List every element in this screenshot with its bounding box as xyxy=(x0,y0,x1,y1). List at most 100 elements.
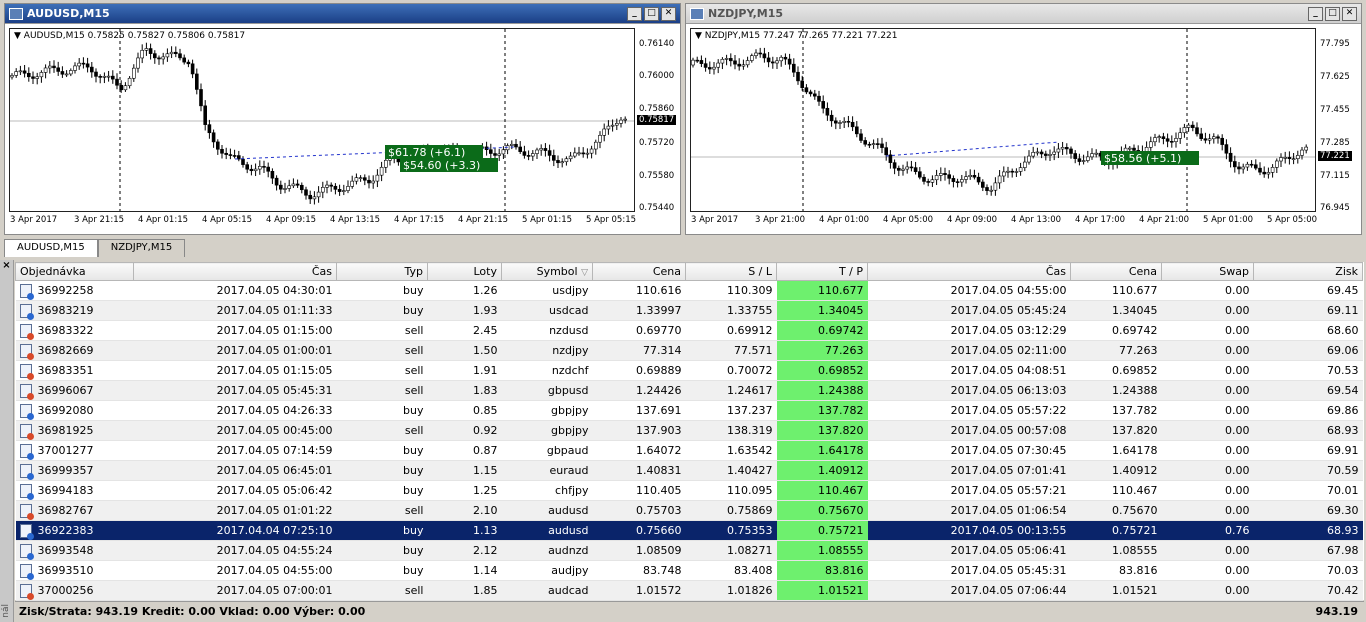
minimize-icon[interactable]: _ xyxy=(627,6,642,21)
column-header[interactable]: S / L xyxy=(685,262,777,281)
column-header[interactable]: Swap xyxy=(1161,262,1254,281)
cell-swap: 0.00 xyxy=(1161,420,1254,441)
cell-symbol: audusd xyxy=(501,520,593,541)
cell-type: buy xyxy=(336,300,428,321)
candle-body xyxy=(169,51,174,55)
candle-body xyxy=(943,173,947,175)
candle-body xyxy=(228,154,233,156)
cell-value: buy xyxy=(403,284,424,297)
candle-body xyxy=(220,148,224,154)
candle-body xyxy=(1018,167,1023,172)
cell-open-time: 2017.04.05 01:11:33 xyxy=(133,300,337,321)
minimize-icon[interactable]: _ xyxy=(1308,6,1323,21)
cell-close-price: 1.01521 xyxy=(1070,580,1162,601)
cell-value: 0.00 xyxy=(1225,484,1250,497)
candle-body xyxy=(1077,158,1082,162)
candle-body xyxy=(245,164,249,170)
cell-value: 36983351 xyxy=(37,363,94,377)
chart-window-audusd[interactable]: AUDUSD,M15 _ □ ✕ $61.78 (+6.1) $54.60 (+3… xyxy=(4,3,681,235)
candle-body xyxy=(1249,163,1254,166)
close-icon[interactable]: × xyxy=(0,260,13,271)
table-row[interactable]: 36996067 2017.04.05 05:45:31 sell 1.83 gbpus… xyxy=(15,380,1363,401)
candle-body xyxy=(102,75,107,78)
table-row[interactable]: 36994183 2017.04.05 05:06:42 buy 1.25 chfjpy… xyxy=(15,480,1363,501)
cell-symbol: audusd xyxy=(501,500,593,521)
table-row[interactable]: 36992258 2017.04.05 04:30:01 buy 1.26 usdjpy… xyxy=(15,280,1363,301)
cell-value: 2017.04.05 00:57:08 xyxy=(950,424,1067,437)
cell-open-time: 2017.04.05 05:45:31 xyxy=(133,380,337,401)
table-row[interactable]: 36981925 2017.04.05 00:45:00 sell 0.92 gbpjp… xyxy=(15,420,1363,441)
candle-body xyxy=(224,152,228,155)
tab-nzdjpy[interactable]: NZDJPY,M15 xyxy=(97,239,186,257)
title-bar[interactable]: AUDUSD,M15 _ □ ✕ xyxy=(5,4,680,24)
maximize-icon[interactable]: □ xyxy=(644,6,659,21)
table-row[interactable]: 36922383 2017.04.04 07:25:10 buy 1.13 audusd… xyxy=(15,520,1363,541)
cell-close-time: 2017.04.05 01:06:54 xyxy=(867,500,1071,521)
candle-body xyxy=(1279,157,1283,162)
cell-open-time: 2017.04.05 01:15:05 xyxy=(133,360,337,381)
column-header[interactable]: T / P xyxy=(776,262,868,281)
chart-window-nzdjpy[interactable]: NZDJPY,M15 _ □ ✕ $58.56 (+5.1) ▼ NZDJPY,… xyxy=(685,3,1362,235)
table-row[interactable]: 37001277 2017.04.05 07:14:59 buy 0.87 gbpaud… xyxy=(15,440,1363,461)
column-header[interactable]: Loty xyxy=(427,262,502,281)
table-row[interactable]: 36992080 2017.04.05 04:26:33 buy 0.85 gbpjpy… xyxy=(15,400,1363,421)
cell-lots: 0.87 xyxy=(427,440,502,461)
table-row[interactable]: 36983351 2017.04.05 01:15:05 sell 1.91 nzdch… xyxy=(15,360,1363,381)
candle-body xyxy=(939,173,943,176)
price-chart[interactable]: $58.56 (+5.1) ▼ NZDJPY,M15 77.247 77.265… xyxy=(690,28,1316,212)
cell-value: 1.64072 xyxy=(636,444,682,457)
cell-value: 2017.04.05 01:00:01 xyxy=(216,344,333,357)
price-chart[interactable]: $61.78 (+6.1) $54.60 (+3.3) ▼ AUDUSD,M15 … xyxy=(9,28,635,212)
order-icon xyxy=(19,423,34,440)
column-header[interactable]: Cena xyxy=(592,262,686,281)
candle-body xyxy=(253,168,258,172)
candle-body xyxy=(350,180,355,187)
table-row[interactable]: 36983322 2017.04.05 01:15:00 sell 2.45 nzdus… xyxy=(15,320,1363,341)
table-row[interactable]: 36999357 2017.04.05 06:45:01 buy 1.15 euraud… xyxy=(15,460,1363,481)
table-row[interactable]: 36983219 2017.04.05 01:11:33 buy 1.93 usdcad… xyxy=(15,300,1363,321)
column-header[interactable]: Symbol ▽ xyxy=(501,262,593,281)
candle-body xyxy=(1266,172,1271,175)
candle-body xyxy=(174,51,178,55)
cell-value: 1.13 xyxy=(473,524,498,537)
candle-body xyxy=(926,181,930,183)
candle-body xyxy=(964,176,968,180)
cell-value: 69.91 xyxy=(1327,444,1359,457)
column-header[interactable]: Objednávka xyxy=(15,262,134,281)
candle-body xyxy=(64,73,69,76)
tab-audusd[interactable]: AUDUSD,M15 xyxy=(4,239,98,257)
column-header[interactable]: Čas xyxy=(867,262,1071,281)
column-header[interactable]: Čas xyxy=(133,262,337,281)
table-row[interactable]: 36993548 2017.04.05 04:55:24 buy 2.12 audnzd… xyxy=(15,540,1363,561)
table-row[interactable]: 37000256 2017.04.05 07:00:01 sell 1.85 audca… xyxy=(15,580,1363,601)
candle-body xyxy=(834,120,838,124)
cell-value: audusd xyxy=(548,504,589,517)
cell-value: 2017.04.05 06:45:01 xyxy=(216,464,333,477)
close-icon[interactable]: ✕ xyxy=(1342,6,1357,21)
table-row[interactable]: 36993510 2017.04.05 04:55:00 buy 1.14 audjpy… xyxy=(15,560,1363,581)
table-row[interactable]: 36982669 2017.04.05 01:00:01 sell 1.50 nzdjp… xyxy=(15,340,1363,361)
cell-value: 77.314 xyxy=(643,344,682,357)
cell-swap: 0.00 xyxy=(1161,400,1254,421)
candle-body xyxy=(1262,171,1267,175)
chart-tabs: AUDUSD,M15 NZDJPY,M15 xyxy=(4,239,1364,257)
column-header[interactable]: Cena xyxy=(1070,262,1162,281)
time-tick: 4 Apr 13:15 xyxy=(330,215,381,225)
title-bar[interactable]: NZDJPY,M15 _ □ ✕ xyxy=(686,4,1361,24)
cell-close-time: 2017.04.05 05:57:22 xyxy=(867,400,1071,421)
cell-value: 1.08509 xyxy=(636,544,682,557)
candle-body xyxy=(796,71,800,82)
candle-body xyxy=(1064,147,1069,150)
cell-value: 2017.04.05 06:13:03 xyxy=(950,384,1067,397)
table-row[interactable]: 36982767 2017.04.05 01:01:22 sell 2.10 audus… xyxy=(15,500,1363,521)
column-header[interactable]: Zisk xyxy=(1253,262,1363,281)
candle-body xyxy=(1144,147,1149,152)
column-header[interactable]: Typ xyxy=(336,262,428,281)
maximize-icon[interactable]: □ xyxy=(1325,6,1340,21)
cell-value: 37000256 xyxy=(37,583,94,597)
cell-value: 1.40831 xyxy=(636,464,682,477)
cell-value: 2017.04.05 07:30:45 xyxy=(950,444,1067,457)
candle-body xyxy=(808,91,813,95)
close-icon[interactable]: ✕ xyxy=(661,6,676,21)
cell-swap: 0.00 xyxy=(1161,480,1254,501)
